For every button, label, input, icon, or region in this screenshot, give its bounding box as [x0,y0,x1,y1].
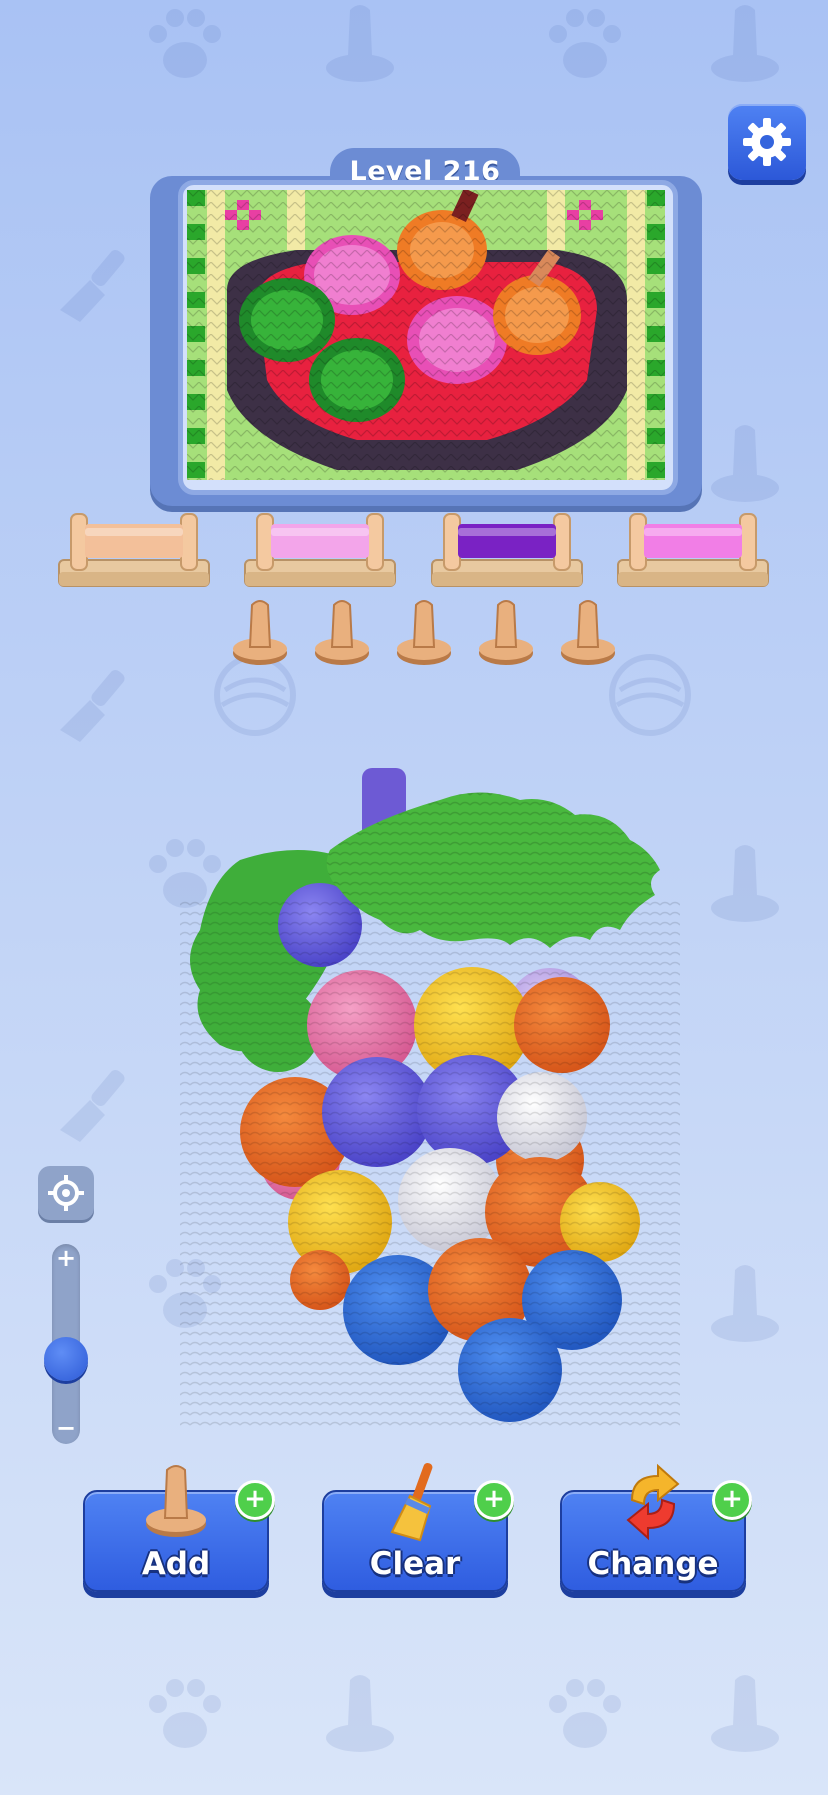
peg-icon [326,1675,394,1752]
paw-icon [549,9,621,78]
add-plus-badge: + [235,1480,275,1520]
empty-peg-slot [477,597,535,667]
swap-arrows-icon [626,1463,680,1541]
empty-peg-slot [395,597,453,667]
peg-icon [233,600,287,665]
paw-icon [149,1679,221,1748]
spool-peach[interactable] [57,510,211,590]
change-plus-badge: + [712,1480,752,1520]
spool-light-pink[interactable] [243,510,397,590]
change-button-label: Change [587,1546,719,1582]
settings-button[interactable] [728,104,806,180]
spool-icon [58,513,210,587]
zoom-slider-handle[interactable] [44,1337,88,1381]
brush-icon [60,1069,125,1142]
zoom-out-label[interactable]: − [52,1414,80,1442]
empty-peg-slot [231,597,289,667]
spool-icon [431,513,583,587]
brush-icon [60,249,125,322]
peg-icon [326,5,394,82]
spool-magenta[interactable] [616,510,770,590]
spool-icon [244,513,396,587]
paw-icon [149,9,221,78]
zoom-in-label[interactable]: + [52,1244,80,1272]
peg-icon [479,600,533,665]
zoom-slider[interactable]: + − [44,1244,88,1444]
crosshair-icon [48,1175,84,1211]
gear-icon [743,118,791,166]
yarn-ball-icon [609,654,691,736]
add-button[interactable]: + Add [83,1465,275,1592]
empty-peg-slot [559,597,617,667]
spool-icon [617,513,769,587]
yarn-grape-bunch[interactable] [180,760,680,1430]
peg-icon [711,1265,779,1342]
broom-icon [390,1462,433,1542]
add-button-label: Add [141,1546,211,1582]
clear-button-label: Clear [369,1546,461,1582]
brush-icon [60,669,125,742]
peg-icon [711,5,779,82]
spool-purple[interactable] [430,510,584,590]
paw-icon [549,1679,621,1748]
peg-icon [315,600,369,665]
peg-icon [711,425,779,502]
clear-button[interactable]: + Clear [322,1462,514,1592]
recenter-button[interactable] [38,1166,94,1220]
peg-icon [397,600,451,665]
peg-icon [561,600,615,665]
clear-plus-badge: + [474,1480,514,1520]
peg-icon [711,1675,779,1752]
empty-peg-slot [313,597,371,667]
knit-pattern-fruit-bowl [187,190,665,480]
peg-icon [711,845,779,922]
change-button[interactable]: + Change [560,1463,752,1592]
peg-icon [146,1465,206,1537]
